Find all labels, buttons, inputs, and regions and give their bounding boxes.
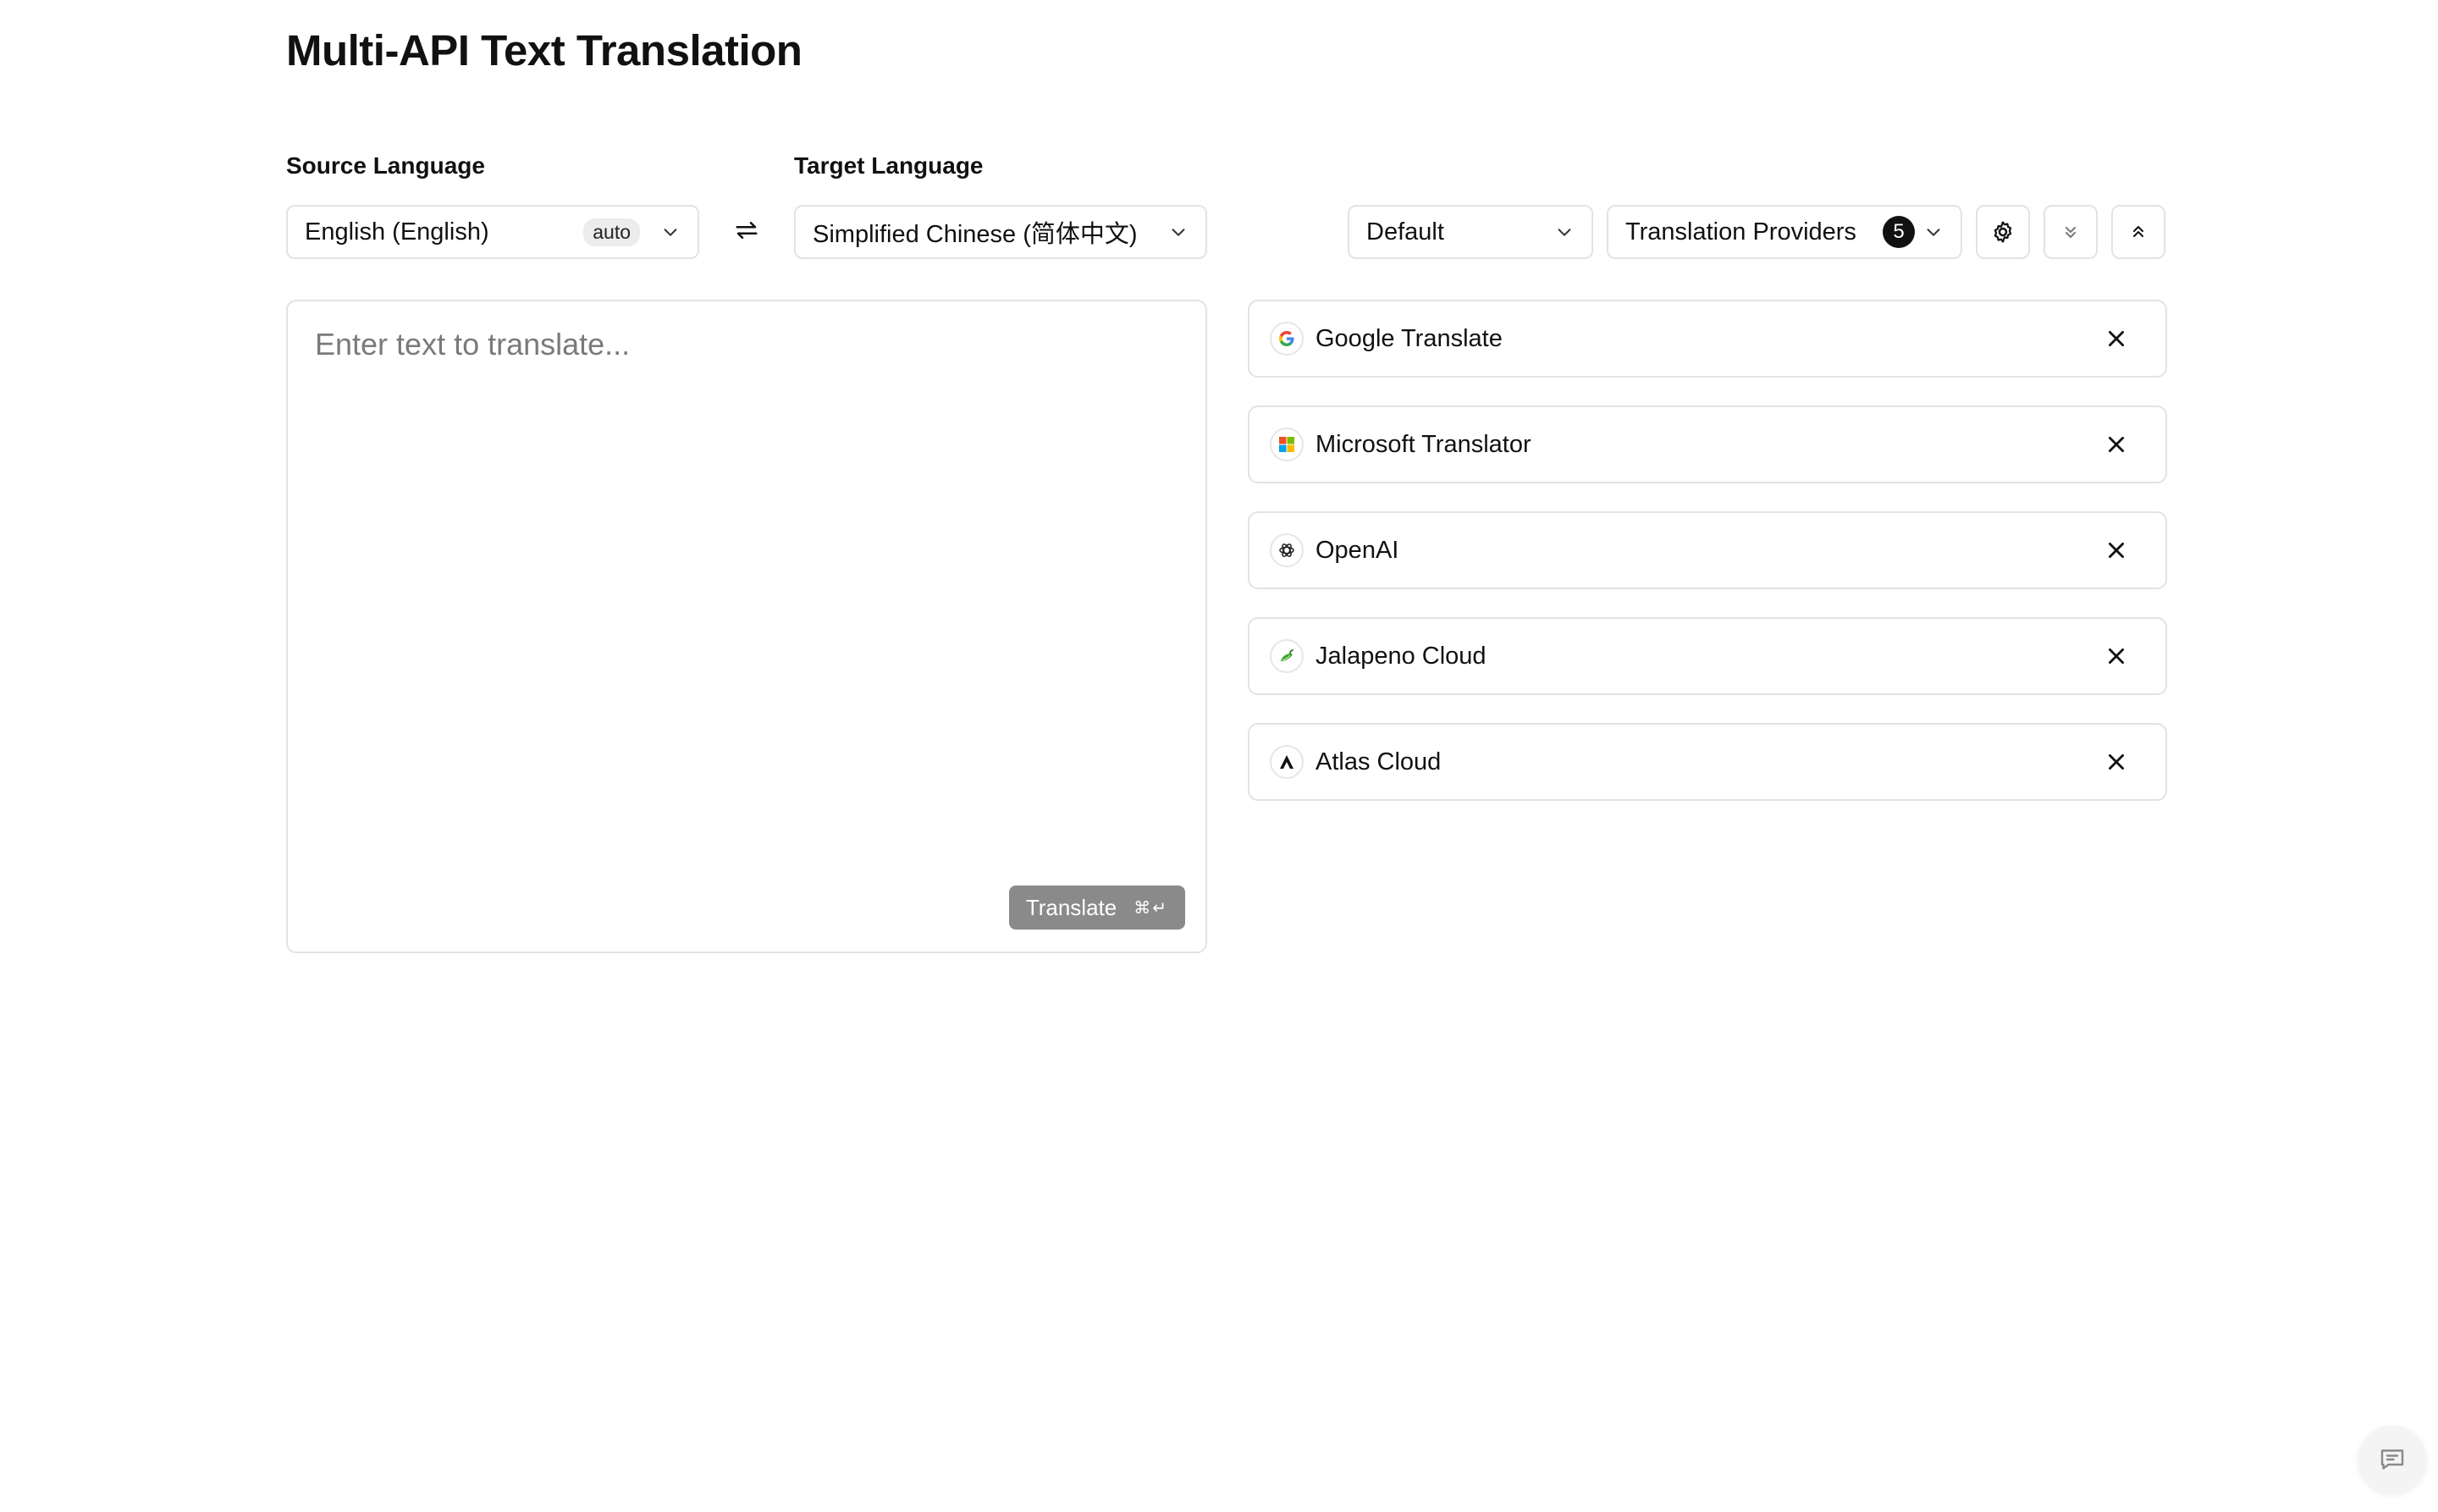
swap-icon: [736, 222, 758, 239]
expand-all-button[interactable]: [2044, 205, 2098, 259]
preset-value: Default: [1366, 218, 1444, 246]
source-text-box: Translate ⌘↵: [286, 300, 1207, 953]
provider-card-google: Google Translate: [1248, 300, 2167, 378]
source-language-label: Source Language: [286, 152, 485, 179]
remove-provider-button[interactable]: [2099, 639, 2133, 673]
remove-provider-button[interactable]: [2099, 322, 2133, 356]
provider-name: Microsoft Translator: [1316, 430, 1531, 458]
target-language-select[interactable]: Simplified Chinese (简体中文): [794, 205, 1207, 259]
remove-provider-button[interactable]: [2099, 745, 2133, 779]
preset-select[interactable]: Default: [1348, 205, 1593, 259]
chevron-down-icon: [1168, 222, 1189, 242]
target-language-label: Target Language: [794, 152, 984, 179]
chat-icon: [2380, 1449, 2404, 1470]
translate-shortcut-hint: ⌘↵: [1134, 897, 1168, 918]
close-icon: [2109, 331, 2124, 346]
translate-button[interactable]: Translate ⌘↵: [1008, 886, 1185, 930]
source-text-input[interactable]: [288, 301, 1205, 952]
target-language-value: Simplified Chinese (简体中文): [813, 221, 1138, 248]
close-icon: [2109, 648, 2124, 664]
provider-card-jalapeno: Jalapeno Cloud: [1248, 617, 2167, 695]
translate-button-label: Translate: [1025, 894, 1117, 920]
microsoft-icon: [1270, 428, 1304, 461]
close-icon: [2109, 754, 2124, 770]
openai-icon: [1270, 533, 1304, 567]
providers-count-badge: 5: [1883, 216, 1915, 248]
provider-name: OpenAI: [1316, 536, 1399, 564]
chevron-down-icon: [1923, 222, 1944, 242]
remove-provider-button[interactable]: [2099, 428, 2133, 461]
provider-card-openai: OpenAI: [1248, 511, 2167, 589]
atlas-icon: [1270, 745, 1304, 779]
translation-providers-select[interactable]: Translation Providers 5: [1607, 205, 1962, 259]
google-icon: [1270, 322, 1304, 356]
source-language-value: English (English): [305, 218, 489, 246]
chevrons-down-icon: [2066, 227, 2076, 238]
chevron-down-icon: [660, 222, 681, 242]
remove-provider-button[interactable]: [2099, 533, 2133, 567]
jalapeno-icon: [1270, 639, 1304, 673]
app-page: Multi-API Text Translation Source Langua…: [0, 0, 2438, 1512]
collapse-all-button[interactable]: [2111, 205, 2165, 259]
page-title: Multi-API Text Translation: [286, 26, 803, 74]
chevron-down-icon: [1554, 222, 1575, 242]
provider-name: Jalapeno Cloud: [1316, 642, 1487, 670]
translation-providers-label: Translation Providers: [1625, 218, 1856, 246]
provider-card-atlas: Atlas Cloud: [1248, 723, 2167, 801]
close-icon: [2109, 437, 2124, 452]
provider-name: Atlas Cloud: [1316, 748, 1442, 775]
auto-detect-badge: auto: [583, 218, 640, 246]
gear-icon: [1994, 221, 2012, 243]
source-language-select[interactable]: English (English) auto: [286, 205, 699, 259]
chevrons-up-icon: [2133, 226, 2143, 237]
provider-name: Google Translate: [1316, 324, 1503, 352]
close-icon: [2109, 543, 2124, 558]
provider-card-microsoft: Microsoft Translator: [1248, 406, 2167, 483]
settings-button[interactable]: [1976, 205, 2030, 259]
feedback-button[interactable]: [2358, 1426, 2426, 1493]
swap-languages-button[interactable]: [730, 213, 764, 247]
